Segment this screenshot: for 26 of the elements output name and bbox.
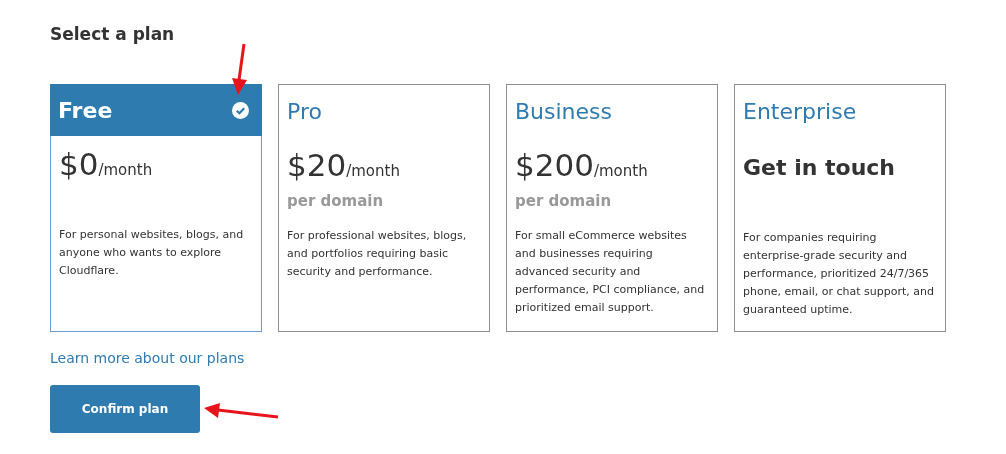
plan-price: $200 <box>515 147 594 183</box>
plan-description: For small eCommerce websites and businesses requiring advanced security and performance, PCI compliance, and prioritized email support. <box>514 228 706 316</box>
confirm-button[interactable]: Confirm plan <box>50 385 200 433</box>
plan-price: $20 <box>287 147 347 183</box>
plan-name: Pro <box>287 98 322 124</box>
plan-card[interactable]: Enterprise Get in touch For companies requiring enterprise-grade security and performance, prioritized 24/7/365 phone, email, or chat support, and guaranteed uptime. <box>734 84 946 332</box>
plans-link[interactable]: Learn more about our plans <box>50 350 245 366</box>
price-period: /month <box>346 162 400 180</box>
price-note: per domain <box>287 192 384 210</box>
plan-card[interactable]: Free $0/month For personal websites, blogs, and anyone who wants to explore Cloudflare. <box>50 84 262 332</box>
price-period: /month <box>98 161 153 179</box>
checkmark-icon <box>232 101 249 119</box>
annotation-arrow <box>230 42 250 96</box>
plan-description: For companies requiring enterprise-grade security and performance, prioritized 24/7/365 phone, email, or chat support, and guaranteed uptime. <box>742 230 935 318</box>
price-period: /month <box>593 162 648 180</box>
plan-name: Enterprise <box>743 98 857 124</box>
plan-description: For personal websites, blogs, and anyone who wants to explore Cloudflare. <box>58 227 245 279</box>
plan-price: $0 <box>59 146 99 182</box>
plan-name: Free <box>58 97 113 123</box>
contact-text: Get in touch <box>743 155 895 180</box>
page-heading: Select a plan <box>50 23 176 46</box>
plan-name: Business <box>515 98 612 124</box>
plan-card[interactable]: Pro $20/month per domain For professional websites, blogs, and portfolios requiring basic security and performance. <box>278 84 490 332</box>
plan-card[interactable]: Business $200/month per domain For small eCommerce websites and businesses requiring advanced security and performance, PCI compliance, and prioritized email support. <box>506 84 718 332</box>
price-note: per domain <box>515 192 612 210</box>
plan-description: For professional websites, blogs, and portfolios requiring basic security and performance. <box>286 228 468 280</box>
